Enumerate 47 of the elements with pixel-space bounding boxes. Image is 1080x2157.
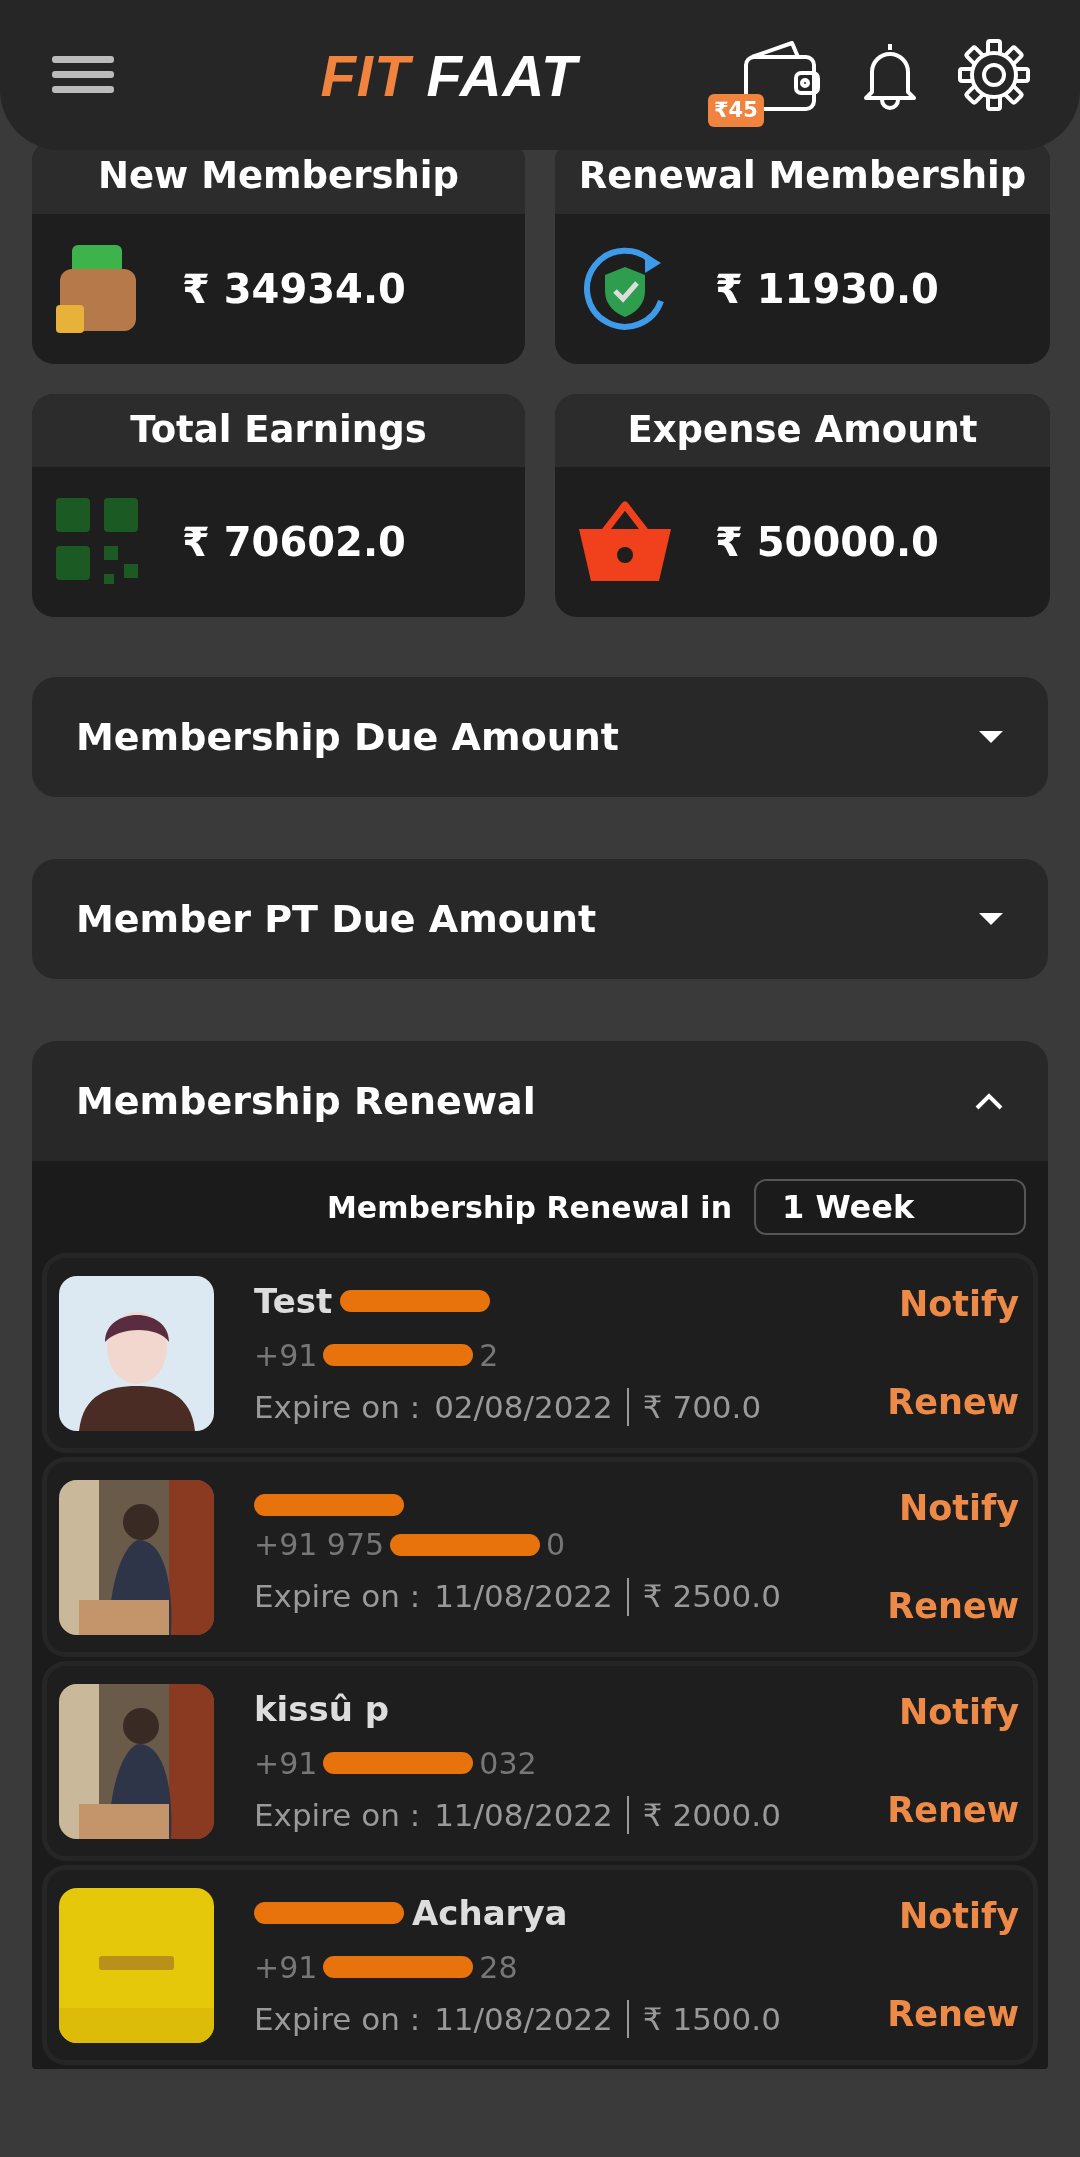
stat-amount: ₹ 34934.0 bbox=[182, 264, 406, 314]
expire-date: 11/08/2022 bbox=[434, 1999, 613, 2039]
renew-button[interactable]: Renew bbox=[887, 1375, 1019, 1428]
member-amount: ₹ 2000.0 bbox=[642, 1795, 781, 1835]
expire-date: 02/08/2022 bbox=[434, 1387, 613, 1427]
member-phone: 032 bbox=[479, 1744, 537, 1783]
member-amount: ₹ 2500.0 bbox=[642, 1577, 781, 1617]
expire-label: Expire on : bbox=[254, 1999, 421, 2039]
period-select[interactable]: 1 Week bbox=[754, 1179, 1026, 1235]
notify-button[interactable]: Notify bbox=[898, 1482, 1019, 1535]
member-phone: +91 bbox=[254, 1744, 318, 1783]
member-amount: ₹ 1500.0 bbox=[642, 1999, 781, 2039]
member-name: Acharya bbox=[412, 1891, 568, 1935]
filter-label: Membership Renewal in bbox=[327, 1188, 732, 1227]
member-phone: +91 975 bbox=[254, 1526, 385, 1565]
stat-amount: ₹ 70602.0 bbox=[182, 518, 406, 567]
notify-button[interactable]: Notify bbox=[898, 1686, 1019, 1739]
member-name: kissû p bbox=[254, 1687, 390, 1731]
member-phone: 2 bbox=[479, 1336, 499, 1375]
notify-button[interactable]: Notify bbox=[898, 1278, 1019, 1331]
member-phone: 28 bbox=[479, 1948, 518, 1987]
stat-title: Total Earnings bbox=[32, 393, 525, 467]
accordion-header[interactable]: Membership Due Amount bbox=[32, 677, 1048, 797]
notify-button[interactable]: Notify bbox=[898, 1890, 1019, 1943]
expire-date: 11/08/2022 bbox=[434, 1577, 613, 1617]
member-phone: 0 bbox=[546, 1526, 566, 1565]
renew-button[interactable]: Renew bbox=[887, 1579, 1019, 1632]
collapse-chevron-icon bbox=[974, 1091, 1004, 1111]
dropdown-caret-icon bbox=[978, 730, 1004, 744]
member-phone: +91 bbox=[254, 1336, 318, 1375]
stat-amount: ₹ 50000.0 bbox=[715, 518, 939, 567]
accordion-header[interactable]: Member PT Due Amount bbox=[32, 859, 1048, 979]
dropdown-caret-icon bbox=[978, 912, 1004, 926]
renew-button[interactable]: Renew bbox=[887, 1987, 1019, 2040]
stat-title: Expense Amount bbox=[555, 393, 1050, 467]
member-phone: +91 bbox=[254, 1948, 318, 1987]
expire-label: Expire on : bbox=[254, 1795, 421, 1835]
settings-icon[interactable] bbox=[958, 39, 1030, 111]
member-amount: ₹ 700.0 bbox=[642, 1387, 762, 1427]
member-name: Test bbox=[254, 1279, 333, 1323]
expire-label: Expire on : bbox=[254, 1577, 421, 1617]
expire-label: Expire on : bbox=[254, 1387, 421, 1427]
stat-amount: ₹ 11930.0 bbox=[715, 264, 939, 314]
wallet-balance-badge: ₹45 bbox=[708, 93, 764, 127]
renew-button[interactable]: Renew bbox=[887, 1783, 1019, 1836]
accordion-header[interactable]: Membership Renewal bbox=[32, 1041, 1048, 1161]
expire-date: 11/08/2022 bbox=[434, 1795, 613, 1835]
